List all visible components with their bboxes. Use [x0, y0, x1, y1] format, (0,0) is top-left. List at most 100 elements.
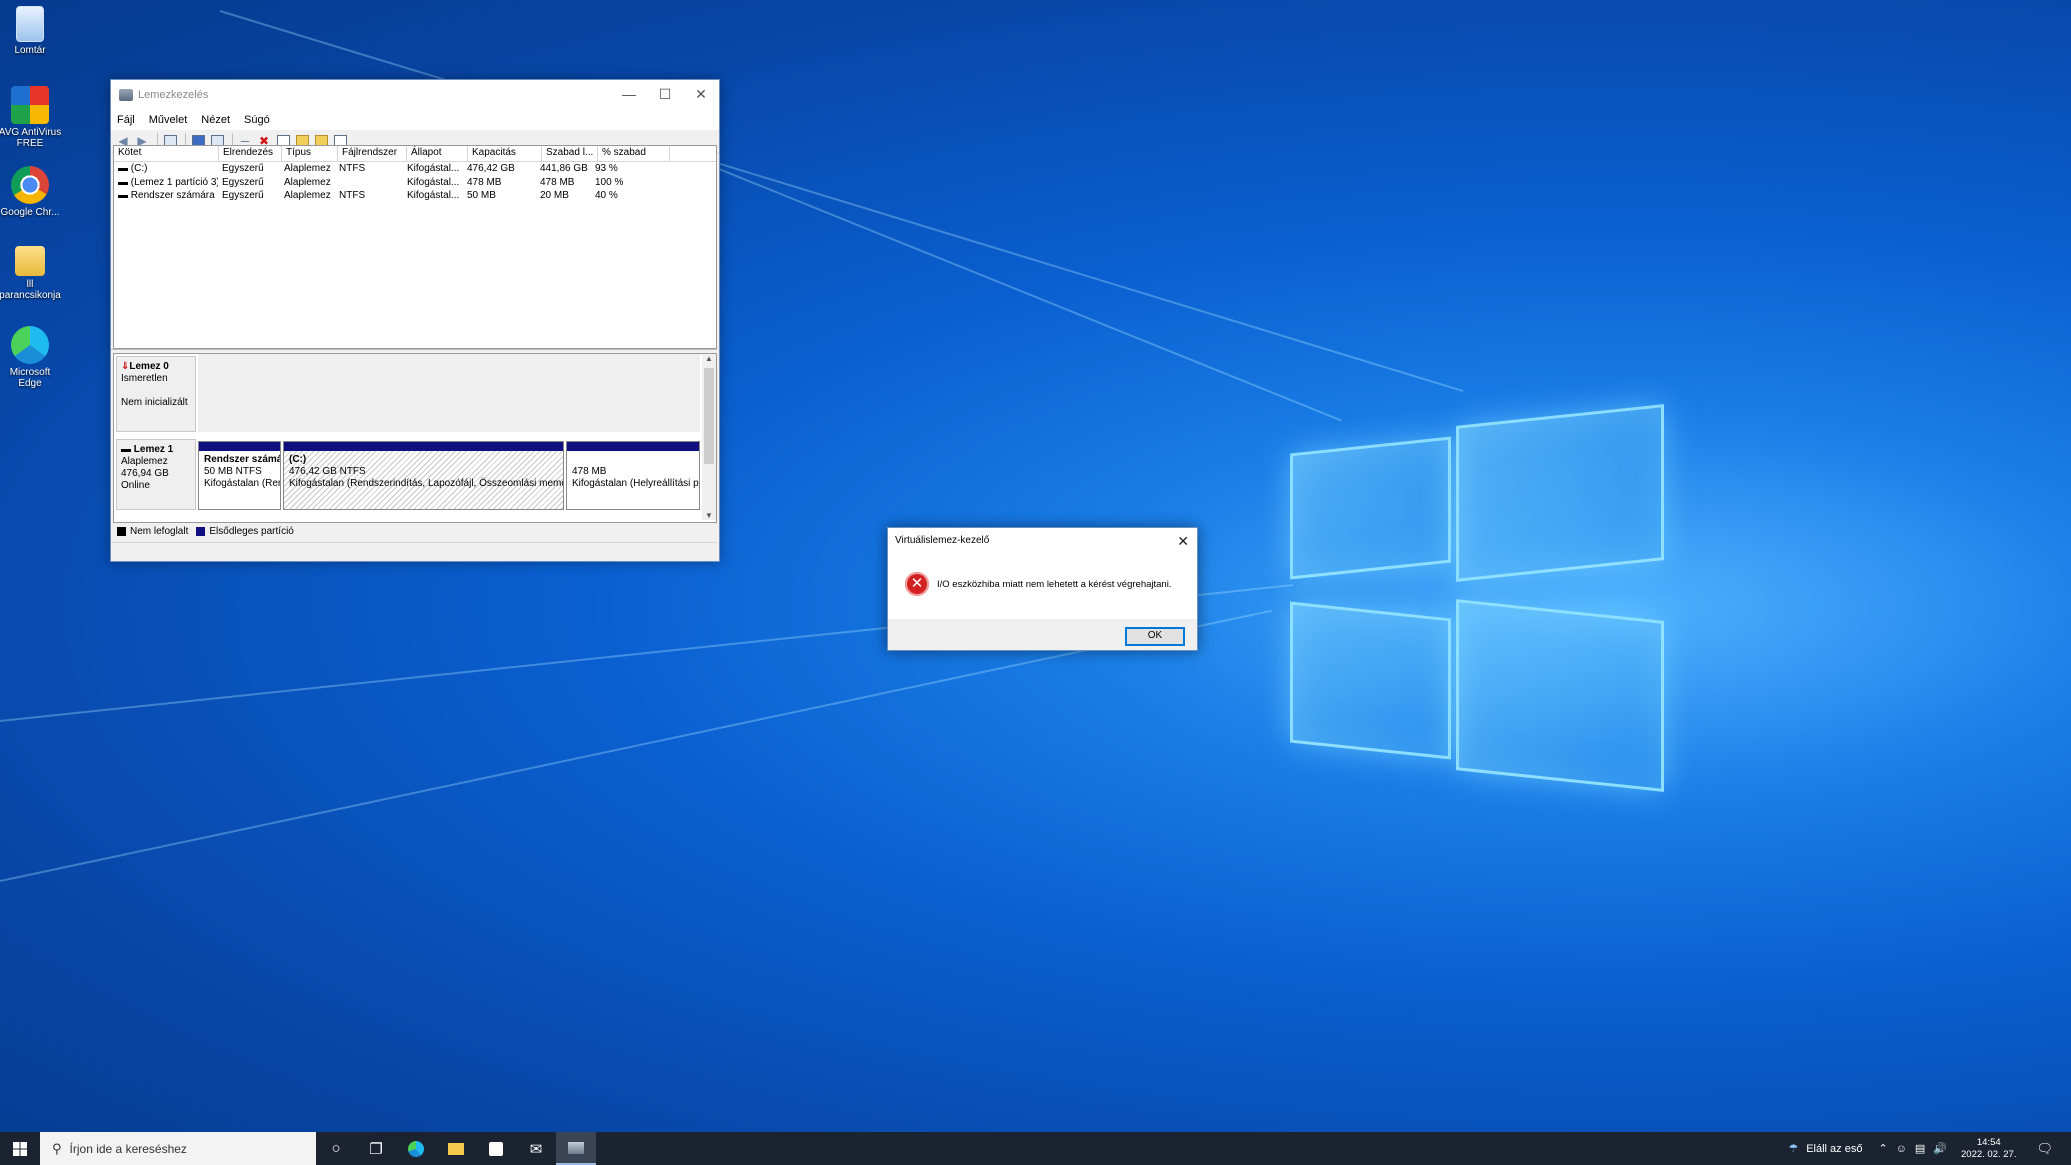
column-header[interactable]: Állapot: [407, 146, 468, 161]
menu-action[interactable]: Művelet: [149, 114, 188, 126]
disk0-type: Ismeretlen: [121, 373, 168, 384]
table-cell: [335, 176, 403, 190]
desktop-icon-edge[interactable]: Microsoft Edge: [0, 326, 62, 389]
table-cell: 40 %: [595, 190, 618, 201]
taskbar: ⚲ Írjon ide a kereséshez ○ ❐ ✉ ☂ Eláll a…: [0, 1132, 2071, 1165]
network-icon[interactable]: ▤: [1915, 1142, 1925, 1155]
table-cell: Kifogástal...: [407, 163, 460, 174]
disk-graphical-view: ⇓Lemez 0 Ismeretlen Nem inicializált ▬ L…: [113, 353, 717, 523]
disk1-label[interactable]: ▬ Lemez 1 Alaplemez 476,94 GB Online: [116, 439, 196, 510]
error-icon: ✕: [905, 572, 929, 596]
dialog-title: Virtuálislemez-kezelő: [895, 535, 990, 546]
disk-management-window: Lemezkezelés — ☐ ✕ Fájl Művelet Nézet Sú…: [110, 79, 720, 562]
partition-system[interactable]: Rendszer számá 50 MB NTFS Kifogástalan (…: [198, 441, 281, 510]
column-header[interactable]: Szabad l...: [542, 146, 598, 161]
notification-icon[interactable]: 🗨: [2036, 1141, 2053, 1157]
menu-file[interactable]: Fájl: [117, 114, 135, 126]
table-cell: Egyszerű: [222, 176, 264, 188]
chrome-icon: [11, 166, 49, 204]
volume-name: ▬ (C:): [118, 163, 148, 174]
weather-rain-icon[interactable]: ☂: [1788, 1142, 1798, 1155]
partition-size: 476,42 GB NTFS: [289, 466, 366, 477]
clock-time: 14:54: [1976, 1136, 2001, 1148]
disk0-status: Nem inicializált: [121, 397, 188, 408]
mail-icon: ✉: [529, 1140, 543, 1158]
start-button[interactable]: [0, 1132, 40, 1165]
store-bag-icon: [489, 1141, 503, 1156]
clock-date: 2022. 02. 27.: [1961, 1148, 2017, 1160]
dialog-title-bar[interactable]: Virtuálislemez-kezelő ✕: [888, 528, 1197, 554]
disk0-unallocated-area: [198, 354, 700, 432]
desktop-icon-label: Google Chr...: [0, 207, 60, 218]
ok-button[interactable]: OK: [1125, 627, 1185, 646]
maximize-button[interactable]: ☐: [647, 80, 683, 110]
system-tray: ☂ Eláll az eső ⌃ ☺ ▤ 🔊 14:54 2022. 02. 2…: [1780, 1132, 2071, 1165]
table-cell: NTFS: [339, 163, 366, 174]
scroll-down-icon[interactable]: ▼: [702, 511, 716, 520]
cortana-button[interactable]: ○: [316, 1132, 356, 1165]
legend-swatch-unallocated: [117, 526, 126, 536]
partition-title: (C:): [289, 454, 307, 465]
window-title: Lemezkezelés: [138, 89, 209, 101]
legend: Nem lefoglalt Elsődleges partíció: [113, 523, 719, 539]
menu-help[interactable]: Súgó: [244, 114, 270, 126]
clock[interactable]: 14:54 2022. 02. 27.: [1961, 1137, 2016, 1161]
recycle-bin-icon: [16, 6, 44, 42]
table-cell: NTFS: [339, 190, 366, 201]
table-cell: Alaplemez: [284, 163, 331, 174]
partition-c[interactable]: (C:) 476,42 GB NTFS Kifogástalan (Rendsz…: [283, 441, 564, 510]
taskbar-store[interactable]: [476, 1132, 516, 1165]
people-icon[interactable]: ☺: [1896, 1143, 1907, 1155]
scroll-up-icon[interactable]: ▲: [702, 354, 716, 363]
vertical-scrollbar[interactable]: ▲ ▼: [702, 354, 716, 520]
column-header[interactable]: Kapacitás: [468, 146, 542, 161]
desktop-icon-chrome[interactable]: Google Chr...: [0, 166, 62, 218]
task-view-button[interactable]: ❐: [356, 1132, 396, 1165]
dialog-close-icon[interactable]: ✕: [1177, 528, 1189, 554]
avg-icon: [11, 86, 49, 124]
title-bar[interactable]: Lemezkezelés — ☐ ✕: [111, 80, 719, 110]
taskbar-search-box[interactable]: ⚲ Írjon ide a kereséshez: [40, 1132, 316, 1165]
table-row[interactable]: ▬ (C:) Egyszerű Alaplemez NTFS Kifogásta…: [114, 162, 716, 176]
column-header[interactable]: Fájlrendszer: [338, 146, 407, 161]
wallpaper-logo-pane: [1290, 601, 1451, 760]
table-cell: 478 MB: [467, 176, 502, 188]
table-row[interactable]: ▬ Rendszer számára ... Egyszerű Alapleme…: [114, 189, 716, 203]
weather-text[interactable]: Eláll az eső: [1806, 1143, 1862, 1155]
disk0-label[interactable]: ⇓Lemez 0 Ismeretlen Nem inicializált: [116, 356, 196, 432]
column-header[interactable]: Kötet: [114, 146, 219, 161]
search-icon: ⚲: [52, 1140, 62, 1156]
menu-view[interactable]: Nézet: [201, 114, 230, 126]
legend-swatch-primary: [196, 526, 206, 536]
table-row[interactable]: ▬ (Lemez 1 partíció 3) Egyszerű Alapleme…: [114, 176, 716, 190]
table-cell: 441,86 GB: [540, 163, 588, 174]
column-header[interactable]: % szabad: [598, 146, 670, 161]
folder-shortcut-icon: [15, 246, 45, 276]
scroll-thumb[interactable]: [704, 368, 714, 464]
taskbar-edge[interactable]: [396, 1132, 436, 1165]
column-header[interactable]: Típus: [282, 146, 338, 161]
chevron-up-icon[interactable]: ⌃: [1878, 1142, 1887, 1155]
partition-size: 478 MB: [572, 466, 607, 477]
desktop-icon-avg[interactable]: AVG AntiVirus FREE: [0, 86, 62, 149]
volume-name: ▬ (Lemez 1 partíció 3): [118, 176, 218, 188]
desktop-icon-label: AVG AntiVirus FREE: [0, 127, 62, 149]
close-button[interactable]: ✕: [683, 80, 719, 110]
task-view-icon: ❐: [369, 1140, 383, 1158]
desktop-icon-label: lll parancsikonja: [0, 279, 61, 301]
desktop-icon-folder-shortcut[interactable]: lll parancsikonja: [0, 246, 62, 301]
partition-title: Rendszer számá: [204, 454, 280, 465]
volume-icon[interactable]: 🔊: [1933, 1142, 1947, 1155]
column-header[interactable]: Elrendezés: [219, 146, 282, 161]
desktop-icon-recycle-bin[interactable]: Lomtár: [0, 6, 62, 56]
disk1-size: 476,94 GB: [121, 468, 169, 479]
partition-recovery[interactable]: 478 MB Kifogástalan (Helyreállítási pa: [566, 441, 700, 510]
disk1-name: Lemez 1: [133, 444, 174, 455]
legend-primary: Elsődleges partíció: [209, 525, 294, 537]
volume-name: ▬ Rendszer számára ...: [118, 190, 218, 201]
taskbar-disk-management[interactable]: [556, 1132, 596, 1165]
taskbar-mail[interactable]: ✉: [516, 1132, 556, 1165]
partition-state: Kifogástalan (Rendszerindítás, Lapozófáj…: [289, 478, 563, 489]
taskbar-file-explorer[interactable]: [436, 1132, 476, 1165]
minimize-button[interactable]: —: [611, 80, 647, 110]
